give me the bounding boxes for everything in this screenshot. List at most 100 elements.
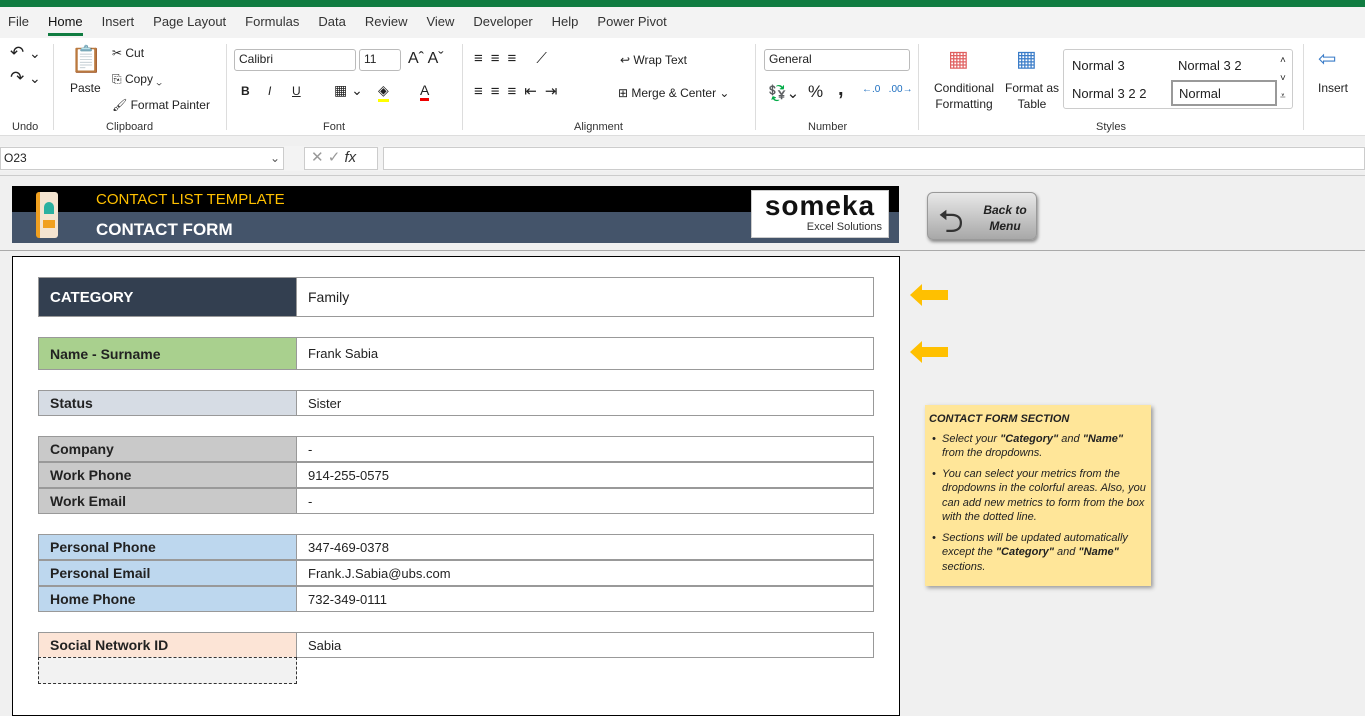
arrow-left-icon <box>910 341 948 363</box>
tab-view[interactable]: View <box>426 14 454 31</box>
field-value[interactable]: Family <box>297 278 873 316</box>
tab-insert[interactable]: Insert <box>102 14 135 31</box>
form-row: Work Email - <box>38 488 874 514</box>
field-label: Name - Surname <box>39 338 297 369</box>
percent-button[interactable]: % <box>808 82 823 102</box>
add-metric-box[interactable] <box>38 657 297 684</box>
accounting-icon[interactable]: 💱⌄ <box>768 84 799 102</box>
align-vertical-icons[interactable]: ≡≡≡ ⟋ <box>474 50 555 67</box>
gallery-scroll-icons[interactable]: ˄ ˅ ⩡ <box>1280 52 1286 106</box>
form-row: Company - <box>38 436 874 462</box>
wrap-text-button[interactable]: ↩ Wrap Text <box>620 53 687 67</box>
field-label: Status <box>39 391 297 415</box>
insert-cells-icon[interactable]: ⇦ <box>1318 46 1336 72</box>
back-to-menu-button[interactable]: ⮌ Back to Menu <box>927 192 1037 240</box>
note-bullet: Sections will be updated automatically e… <box>929 531 1147 575</box>
style-normal-3-2-2[interactable]: Normal 3 2 2 <box>1072 86 1146 101</box>
fill-color-icon[interactable]: ◈ <box>378 82 389 102</box>
copy-button[interactable]: ⎘ Copy ⌄ <box>112 72 162 87</box>
paste-button[interactable]: Paste <box>70 81 101 95</box>
align-horizontal-icons[interactable]: ≡≡≡⇤⇥ <box>474 82 565 100</box>
redo-icon[interactable]: ↷ ⌄ <box>10 68 41 88</box>
field-label: Work Email <box>39 489 297 513</box>
field-label: Company <box>39 437 297 461</box>
underline-button[interactable]: U <box>292 84 301 98</box>
format-painter-button[interactable]: 🖌 Format Painter <box>112 98 210 112</box>
decimal-icons[interactable]: ←.0 .00→ <box>862 84 913 95</box>
tab-developer[interactable]: Developer <box>473 14 532 31</box>
borders-icon[interactable]: ▦ ⌄ <box>334 82 363 99</box>
font-grow-icon[interactable]: Aˆ Aˇ <box>408 50 444 68</box>
paste-icon[interactable]: 📋 <box>70 44 102 75</box>
field-label: Personal Phone <box>39 535 297 559</box>
style-normal-3[interactable]: Normal 3 <box>1072 58 1125 73</box>
field-value[interactable]: 732-349-0111 <box>297 587 873 611</box>
bold-button[interactable]: B <box>241 84 250 98</box>
conditional-formatting-icon[interactable]: ▦ <box>948 46 969 72</box>
field-value[interactable]: Frank.J.Sabia@ubs.com <box>297 561 873 585</box>
title-bar <box>0 0 1365 7</box>
field-label: Social Network ID <box>39 633 297 657</box>
tab-help[interactable]: Help <box>552 14 579 31</box>
tab-page-layout[interactable]: Page Layout <box>153 14 226 31</box>
someka-logo: someka Excel Solutions <box>751 190 889 238</box>
tab-home[interactable]: Home <box>47 14 83 36</box>
form-row: Personal Phone 347-469-0378 <box>38 534 874 560</box>
note-bullet: You can select your metrics from the dro… <box>929 467 1147 525</box>
styles-gallery: Normal 3 Normal 3 2 Normal 3 2 2 Normal … <box>1063 49 1293 109</box>
group-label-number: Number <box>808 121 848 133</box>
tab-review[interactable]: Review <box>365 14 408 31</box>
field-value[interactable]: Sister <box>297 391 873 415</box>
contact-book-icon <box>36 192 58 238</box>
form-row: Personal Email Frank.J.Sabia@ubs.com <box>38 560 874 586</box>
field-label: Personal Email <box>39 561 297 585</box>
field-label: CATEGORY <box>39 278 297 316</box>
field-value[interactable]: - <box>297 437 873 461</box>
field-value[interactable]: - <box>297 489 873 513</box>
style-normal[interactable]: Normal <box>1171 80 1277 106</box>
conditional-formatting-button[interactable]: Conditional Formatting <box>928 80 1000 112</box>
field-label: Work Phone <box>39 463 297 487</box>
tab-formulas[interactable]: Formulas <box>245 14 299 31</box>
undo-icon[interactable]: ↶ ⌄ <box>10 43 41 63</box>
name-box[interactable]: O23 ⌄ <box>0 147 284 170</box>
style-normal-3-2[interactable]: Normal 3 2 <box>1178 58 1242 73</box>
tab-power-pivot[interactable]: Power Pivot <box>597 14 666 31</box>
cut-button[interactable]: ✂ Cut <box>112 46 144 60</box>
group-label-undo: Undo <box>12 121 39 133</box>
tab-data[interactable]: Data <box>318 14 345 31</box>
group-label-alignment: Alignment <box>574 121 623 133</box>
form-row: Status Sister <box>38 390 874 416</box>
field-value[interactable]: Frank Sabia <box>297 338 873 369</box>
field-value[interactable]: 347-469-0378 <box>297 535 873 559</box>
fx-button[interactable]: fx <box>344 149 356 166</box>
italic-button[interactable]: I <box>268 84 271 98</box>
template-title: CONTACT LIST TEMPLATE <box>96 191 285 208</box>
font-name-select[interactable]: Calibri <box>234 49 356 71</box>
formula-buttons: ✕ ✓ fx <box>304 147 378 170</box>
form-row: Home Phone 732-349-0111 <box>38 586 874 612</box>
tab-file[interactable]: File <box>8 14 29 31</box>
font-size-select[interactable]: 11 <box>359 49 401 71</box>
info-note: CONTACT FORM SECTION Select your "Catego… <box>925 405 1151 586</box>
note-title: CONTACT FORM SECTION <box>929 413 1070 425</box>
ribbon: ↶ ⌄ ↷ ⌄ Undo 📋 Paste ✂ Cut ⎘ Copy ⌄ 🖌 Fo… <box>0 38 1365 136</box>
divider <box>0 175 1365 176</box>
divider <box>0 250 1365 251</box>
group-label-clipboard: Clipboard <box>106 121 154 133</box>
format-table-icon[interactable]: ▦ <box>1016 46 1037 72</box>
format-as-table-button[interactable]: Format as Table <box>1004 80 1060 112</box>
page-title: CONTACT FORM <box>96 220 233 239</box>
formula-input[interactable] <box>383 147 1365 170</box>
field-value[interactable]: 914-255-0575 <box>297 463 873 487</box>
field-label: Home Phone <box>39 587 297 611</box>
form-row: CATEGORY Family <box>38 277 874 317</box>
number-format-select[interactable]: General <box>764 49 910 71</box>
field-value[interactable]: Sabia <box>297 633 873 657</box>
font-color-icon[interactable]: A <box>420 82 430 101</box>
arrow-left-icon <box>910 284 948 306</box>
comma-button[interactable]: , <box>838 78 844 101</box>
header-banner: CONTACT LIST TEMPLATE CONTACT FORM somek… <box>12 186 899 243</box>
insert-button[interactable]: Insert <box>1318 81 1348 95</box>
merge-center-button[interactable]: ⊞ Merge & Center ⌄ <box>618 86 729 100</box>
